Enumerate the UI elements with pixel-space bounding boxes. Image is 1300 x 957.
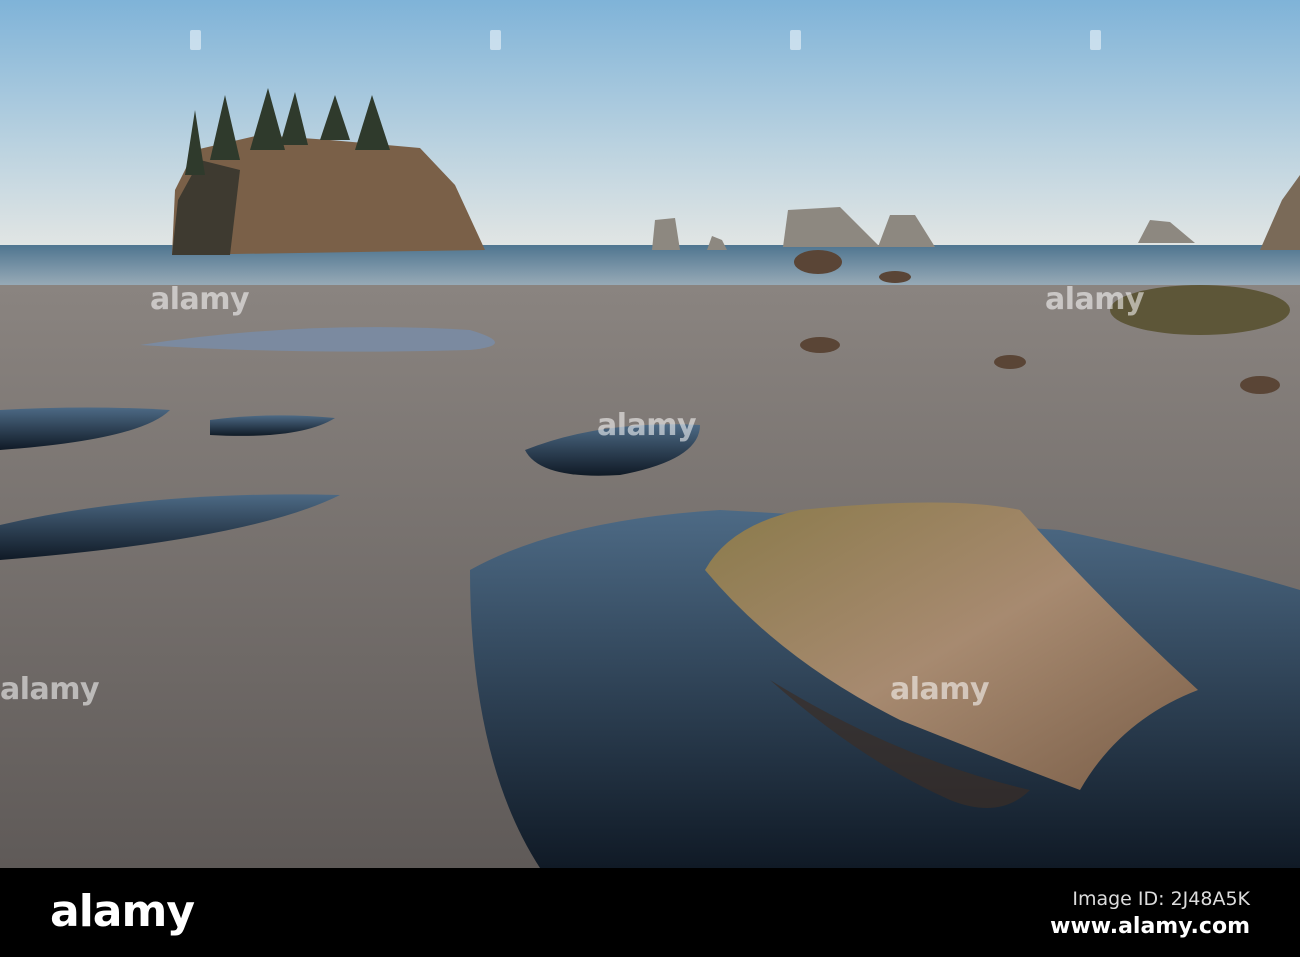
watermark: alamy	[1045, 282, 1145, 317]
watermark: alamy	[0, 672, 100, 707]
watermark-icon	[490, 30, 501, 50]
watermark-icon	[1090, 30, 1101, 50]
watermark: alamy	[890, 672, 990, 707]
site-url[interactable]: www.alamy.com	[1050, 914, 1250, 939]
footer-bar: alamy Image ID: 2J48A5K www.alamy.com	[0, 868, 1300, 957]
image-id: Image ID: 2J48A5K	[1072, 888, 1250, 910]
watermark: alamy	[597, 408, 697, 443]
watermark: alamy	[150, 282, 250, 317]
alamy-logo: alamy	[50, 886, 195, 937]
watermark-icon	[790, 30, 801, 50]
photo-frame: alamy alamy alamy alamy alamy alamy Imag…	[0, 0, 1300, 957]
watermark-icon	[190, 30, 201, 50]
